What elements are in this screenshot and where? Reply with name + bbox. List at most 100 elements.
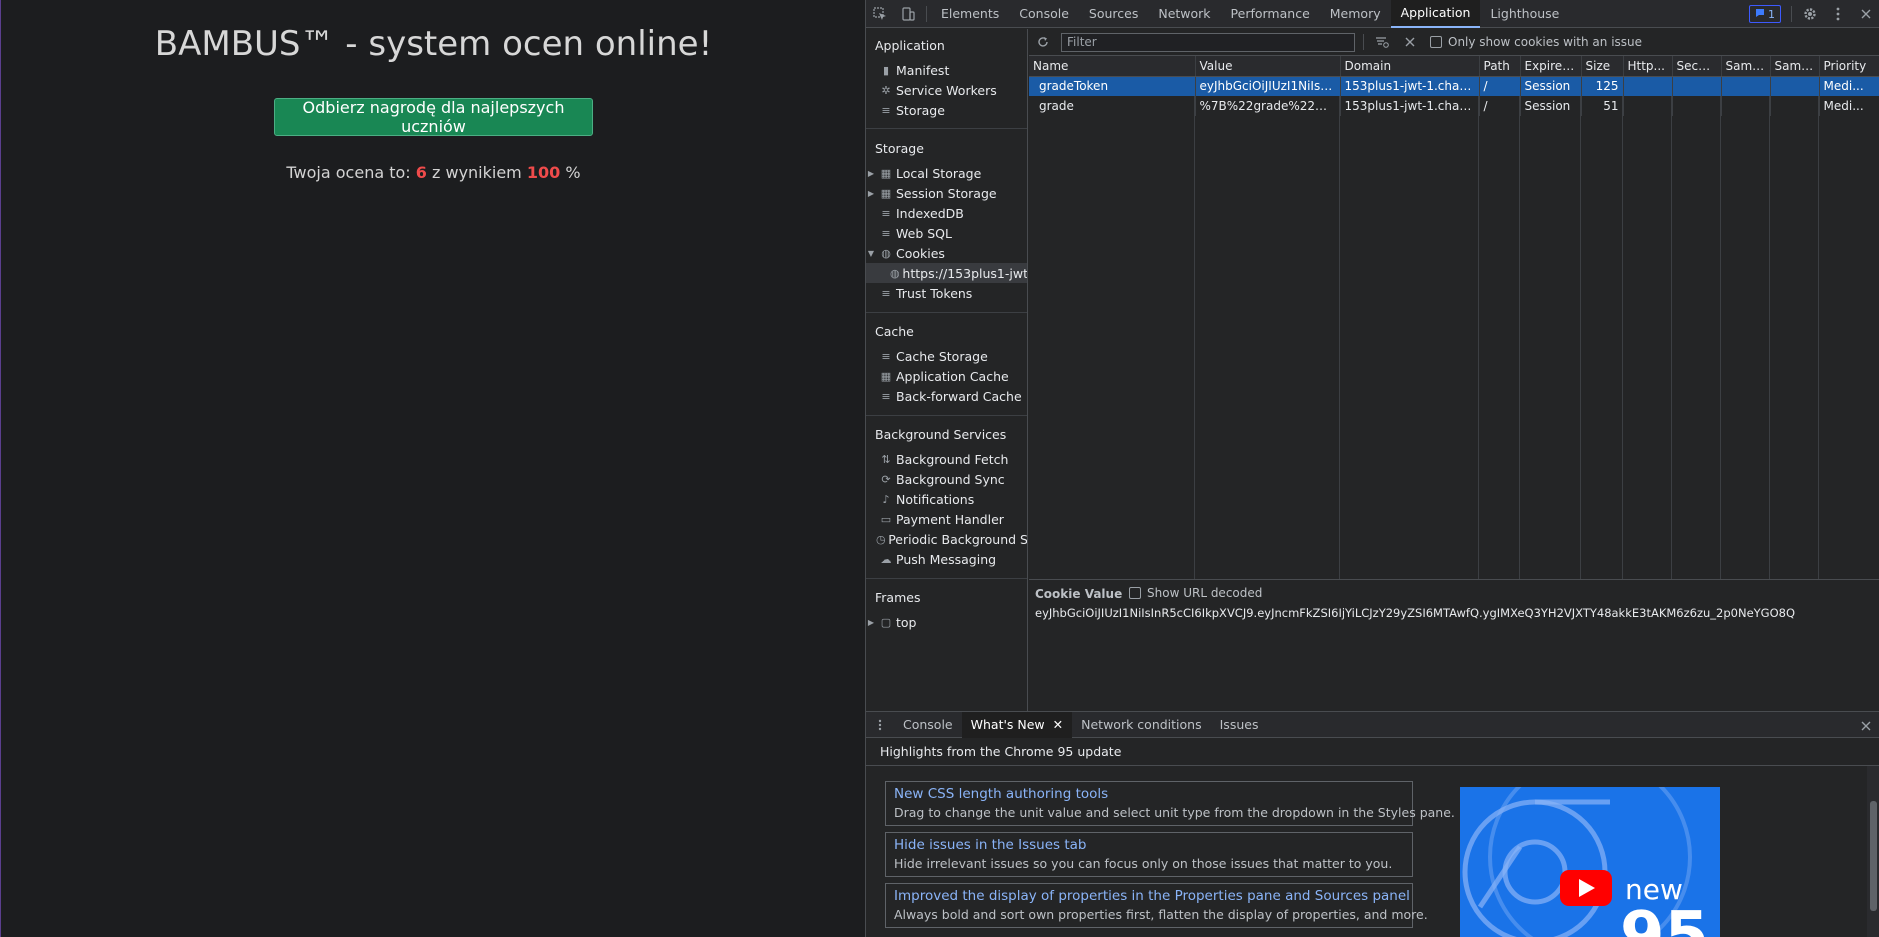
clock-icon: ◷ <box>876 532 886 546</box>
only-issue-checkbox[interactable] <box>1430 36 1442 48</box>
close-devtools-icon[interactable] <box>1852 0 1879 28</box>
close-tab-icon[interactable]: ✕ <box>1053 717 1063 732</box>
column-header-sameparty[interactable]: Same... <box>1770 56 1820 77</box>
column-header-expires[interactable]: Expires ... <box>1520 56 1582 77</box>
whats-new-drawer: Highlights from the Chrome 95 update New… <box>866 738 1879 937</box>
column-header-samesite[interactable]: Same... <box>1721 56 1771 77</box>
issues-badge[interactable]: 1 <box>1749 5 1781 23</box>
sidebar-item-service-workers[interactable]: ✲ Service Workers <box>866 80 1027 100</box>
drawer-tab-console[interactable]: Console <box>894 712 962 738</box>
table-row[interactable]: gradeToken eyJhbGciOiJIUzI1NiIsInR... 15… <box>1029 76 1879 96</box>
cookie-value-text[interactable]: eyJhbGciOiJIUzI1NiIsInR5cCI6IkpXVCJ9.eyJ… <box>1035 606 1795 620</box>
sidebar-item-application-cache[interactable]: ▦ Application Cache <box>866 366 1027 386</box>
card-title-link[interactable]: New CSS length authoring tools <box>894 786 1404 802</box>
sidebar-item-indexeddb[interactable]: ≡ IndexedDB <box>866 203 1027 223</box>
drawer-vertical-scrollbar[interactable] <box>1867 766 1879 937</box>
tab-sources[interactable]: Sources <box>1079 0 1148 28</box>
cookies-filter-input[interactable] <box>1061 32 1355 52</box>
tab-performance[interactable]: Performance <box>1221 0 1320 28</box>
database-icon: ≡ <box>881 286 891 300</box>
column-header-domain[interactable]: Domain <box>1340 56 1480 77</box>
sidebar-item-background-fetch[interactable]: ⇅ Background Fetch <box>866 449 1027 469</box>
column-header-name[interactable]: Name <box>1029 56 1196 77</box>
scrollbar-thumb[interactable] <box>1870 801 1877 911</box>
show-url-decoded-checkbox[interactable] <box>1129 587 1141 599</box>
tab-console[interactable]: Console <box>1009 0 1079 28</box>
delete-cookies-icon[interactable] <box>1396 28 1424 56</box>
tab-elements[interactable]: Elements <box>931 0 1009 28</box>
card-description: Drag to change the unit value and select… <box>894 805 1455 820</box>
column-header-value[interactable]: Value <box>1195 56 1341 77</box>
column-header-size[interactable]: Size <box>1581 56 1624 77</box>
whats-new-card[interactable]: Hide issues in the Issues tab Hide irrel… <box>885 832 1413 877</box>
sidebar-divider <box>866 128 1027 129</box>
drawer-menu-icon[interactable] <box>866 711 894 739</box>
grid-icon: ▦ <box>880 369 892 383</box>
grade-middle: z wynikiem <box>432 163 522 182</box>
drawer-tab-issues[interactable]: Issues <box>1211 712 1268 738</box>
sidebar-item-periodic-background-sync[interactable]: ◷ Periodic Background S <box>866 529 1027 549</box>
show-url-decoded[interactable]: Show URL decoded <box>1129 586 1262 600</box>
drawer-tab-network-conditions[interactable]: Network conditions <box>1072 712 1210 738</box>
tab-lighthouse[interactable]: Lighthouse <box>1480 0 1569 28</box>
grid-icon: ▦ <box>880 166 892 180</box>
only-issue-label: Only show cookies with an issue <box>1448 35 1643 49</box>
cloud-icon: ☁ <box>880 552 892 566</box>
column-header-httponly[interactable]: Http... <box>1623 56 1673 77</box>
refresh-icon[interactable] <box>1029 28 1057 56</box>
page-title: BAMBUS™ - system ocen online! <box>154 24 713 64</box>
sidebar-divider <box>866 415 1027 416</box>
tab-application[interactable]: Application <box>1390 0 1481 28</box>
thumbnail-version-number: 95 <box>1620 899 1710 937</box>
inspect-element-icon[interactable] <box>866 0 894 28</box>
settings-gear-icon[interactable] <box>1796 0 1824 28</box>
sidebar-item-session-storage[interactable]: ▶ ▦ Session Storage <box>866 183 1027 203</box>
whats-new-heading: Highlights from the Chrome 95 update <box>866 738 1879 766</box>
sidebar-item-cache-storage[interactable]: ≡ Cache Storage <box>866 346 1027 366</box>
sidebar-item-manifest[interactable]: ▮ Manifest <box>866 60 1027 80</box>
column-header-path[interactable]: Path <box>1479 56 1521 77</box>
expand-arrow-icon[interactable]: ▶ <box>866 189 876 198</box>
sync-icon: ⟳ <box>881 472 891 486</box>
expand-arrow-icon[interactable]: ▶ <box>866 618 876 627</box>
sidebar-item-push-messaging[interactable]: ☁ Push Messaging <box>866 549 1027 569</box>
sidebar-item-back-forward-cache[interactable]: ≡ Back-forward Cache <box>866 386 1027 406</box>
sidebar-item-local-storage[interactable]: ▶ ▦ Local Storage <box>866 163 1027 183</box>
more-options-icon[interactable] <box>1824 0 1852 28</box>
sidebar-item-notifications[interactable]: ♪ Notifications <box>866 489 1027 509</box>
database-icon: ≡ <box>881 349 891 363</box>
card-title-link[interactable]: Improved the display of properties in th… <box>894 888 1410 904</box>
sidebar-item-cookies[interactable]: ▼ ◍ Cookies <box>866 243 1027 263</box>
collapse-arrow-icon[interactable]: ▼ <box>866 249 876 258</box>
tab-network[interactable]: Network <box>1148 0 1220 28</box>
devtools-panel: Elements Console Sources Network Perform… <box>865 0 1879 937</box>
card-title-link[interactable]: Hide issues in the Issues tab <box>894 837 1404 853</box>
column-header-secure[interactable]: Secure <box>1672 56 1722 77</box>
sidebar-heading-application: Application <box>875 38 945 53</box>
score-value: 100 <box>526 163 561 182</box>
drawer-tab-bar: Console What's New ✕ Network conditions … <box>866 711 1879 738</box>
device-toolbar-icon[interactable] <box>894 0 922 28</box>
sidebar-item-frame-top[interactable]: ▶ ▢ top <box>866 612 1027 632</box>
sidebar-item-trust-tokens[interactable]: ≡ Trust Tokens <box>866 283 1027 303</box>
chrome-update-video-thumbnail[interactable]: new 95 <box>1460 787 1720 937</box>
sidebar-item-storage[interactable]: ≡ Storage <box>866 100 1027 120</box>
award-button[interactable]: Odbierz nagrodę dla najlepszych uczniów <box>274 98 593 136</box>
sidebar-item-payment-handler[interactable]: ▭ Payment Handler <box>866 509 1027 529</box>
cookie-icon: ◍ <box>881 246 891 260</box>
up-down-arrows-icon: ⇅ <box>881 452 891 466</box>
whats-new-card[interactable]: Improved the display of properties in th… <box>885 883 1428 928</box>
sidebar-item-cookie-origin[interactable]: ◍ https://153plus1-jwt <box>866 263 1027 283</box>
tab-memory[interactable]: Memory <box>1320 0 1391 28</box>
drawer-tab-whats-new[interactable]: What's New ✕ <box>961 711 1073 738</box>
expand-arrow-icon[interactable]: ▶ <box>866 169 876 178</box>
grade-value: 6 <box>415 163 427 182</box>
cookie-value-pane: Cookie Value Show URL decoded eyJhbGciOi… <box>1029 579 1879 711</box>
sidebar-heading-storage: Storage <box>875 141 924 156</box>
column-header-priority[interactable]: Priority <box>1819 56 1879 77</box>
clear-filtered-icon[interactable] <box>1368 28 1396 56</box>
sidebar-item-background-sync[interactable]: ⟳ Background Sync <box>866 469 1027 489</box>
whats-new-card[interactable]: New CSS length authoring tools Drag to c… <box>885 781 1455 826</box>
close-drawer-icon[interactable] <box>1852 712 1879 740</box>
sidebar-item-web-sql[interactable]: ≡ Web SQL <box>866 223 1027 243</box>
